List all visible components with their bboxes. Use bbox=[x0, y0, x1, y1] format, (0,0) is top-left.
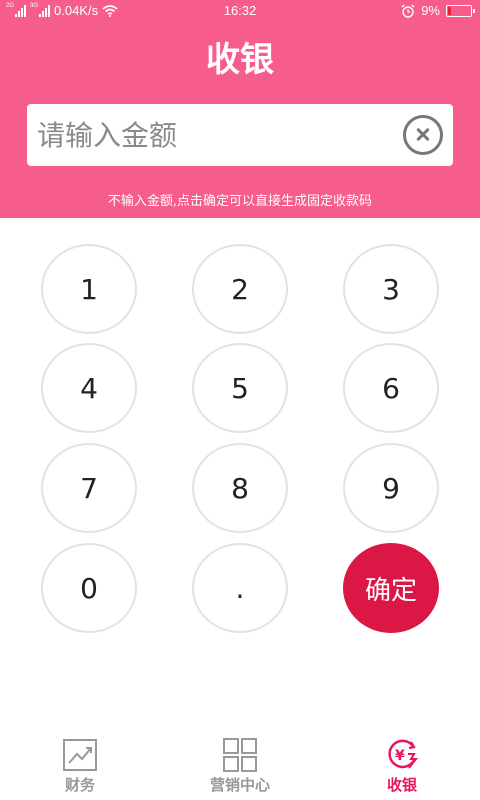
yuan-cashier-icon: ¥ bbox=[388, 739, 419, 769]
battery-percent: 9% bbox=[421, 3, 440, 18]
key-5[interactable]: 5 bbox=[192, 343, 288, 433]
key-0[interactable]: 0 bbox=[41, 543, 137, 633]
page-title: 收银 bbox=[206, 40, 274, 80]
confirm-button[interactable]: 确定 bbox=[343, 543, 439, 633]
amount-input[interactable] bbox=[37, 112, 387, 158]
tab-cashier-label: 收银 bbox=[386, 776, 417, 794]
key-7[interactable]: 7 bbox=[41, 443, 137, 533]
key-3[interactable]: 3 bbox=[343, 244, 439, 334]
tab-marketing-label: 营销中心 bbox=[209, 776, 270, 794]
key-dot[interactable]: . bbox=[192, 543, 288, 633]
key-4[interactable]: 4 bbox=[41, 343, 137, 433]
status-bar: 2G 3G 0.04K/s 16:32 9% bbox=[0, 0, 480, 22]
key-1[interactable]: 1 bbox=[41, 244, 137, 334]
tab-marketing-center[interactable]: 营销中心 bbox=[180, 738, 300, 798]
key-9[interactable]: 9 bbox=[343, 443, 439, 533]
tab-finance-label: 财务 bbox=[64, 776, 95, 794]
svg-text:¥: ¥ bbox=[395, 748, 405, 764]
tab-finance[interactable]: 财务 bbox=[20, 738, 140, 798]
trend-chart-icon bbox=[63, 739, 97, 771]
key-8[interactable]: 8 bbox=[192, 443, 288, 533]
clear-icon[interactable] bbox=[403, 115, 443, 155]
status-right: 9% bbox=[401, 3, 475, 18]
battery-icon bbox=[446, 4, 475, 17]
bottom-tab-bar: 财务 营销中心 ¥ 收银 bbox=[0, 730, 480, 800]
key-2[interactable]: 2 bbox=[192, 244, 288, 334]
header: 收银 不输入金额,点击确定可以直接生成固定收款码 bbox=[0, 22, 480, 218]
key-6[interactable]: 6 bbox=[343, 343, 439, 433]
alarm-icon bbox=[401, 4, 415, 18]
tab-cashier[interactable]: ¥ 收银 bbox=[342, 738, 462, 798]
hint-text: 不输入金额,点击确定可以直接生成固定收款码 bbox=[107, 194, 373, 209]
grid-icon bbox=[223, 738, 257, 772]
amount-box bbox=[27, 104, 453, 166]
